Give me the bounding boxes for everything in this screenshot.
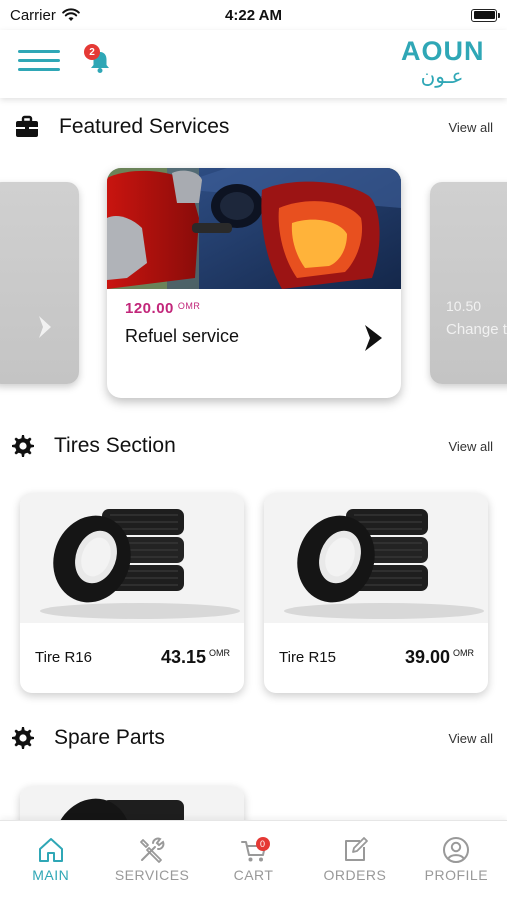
nav-label: ORDERS <box>323 867 387 883</box>
tire-image <box>264 493 488 623</box>
status-bar: Carrier 4:22 AM <box>0 0 507 30</box>
tire-name: Tire R15 <box>279 649 336 666</box>
nav-main[interactable]: MAIN <box>0 821 101 900</box>
featured-currency: OMR <box>177 301 201 311</box>
menu-icon-line <box>18 59 60 62</box>
tires-section-title: Tires Section <box>54 434 176 457</box>
gear-icon <box>12 435 34 457</box>
logo-arabic-text: عـون <box>420 64 464 88</box>
nav-label: SERVICES <box>114 867 190 883</box>
tire-price: 39.00 OMR <box>405 647 474 668</box>
carrier-label: Carrier <box>10 6 56 24</box>
chevron-right-icon[interactable] <box>363 324 383 352</box>
spare-parts-section-title: Spare Parts <box>54 726 165 749</box>
tire-name: Tire R16 <box>35 649 92 666</box>
tire-price-value: 43.15 <box>160 647 206 667</box>
featured-service-name: Refuel service <box>125 326 240 346</box>
tire-currency: OMR <box>453 648 474 658</box>
spare-parts-section-header: Spare Parts View all <box>0 721 507 755</box>
nav-label: MAIN <box>32 867 70 883</box>
featured-section-title: Featured Services <box>59 115 230 138</box>
cart-badge: 0 <box>255 837 270 851</box>
nav-label: CART <box>233 867 274 883</box>
notifications-button[interactable]: 2 <box>84 44 112 74</box>
featured-card-refuel[interactable]: 120.00 OMR Refuel service <box>107 168 401 398</box>
spare-parts-view-all-link[interactable]: View all <box>448 731 493 746</box>
wifi-icon <box>62 8 80 21</box>
briefcase-icon <box>16 115 38 137</box>
nav-label: PROFILE <box>424 867 489 883</box>
gear-icon <box>12 727 34 749</box>
edit-icon <box>344 837 368 861</box>
tire-price: 43.15 OMR <box>161 647 230 668</box>
status-left: Carrier <box>10 7 80 24</box>
nav-profile[interactable]: PROFILE <box>406 821 507 900</box>
featured-price-value: 120.00 <box>125 300 174 317</box>
app-logo: AOUN عـون <box>401 36 485 88</box>
featured-card-prev[interactable] <box>0 182 79 384</box>
bottom-nav: MAIN SERVICES 0 CART ORDERS PROFILE <box>0 820 507 900</box>
refuel-image <box>107 168 401 289</box>
tires-section-header: Tires Section View all <box>0 429 507 463</box>
tools-icon <box>140 837 165 863</box>
tire-currency: OMR <box>209 648 230 658</box>
battery-icon <box>471 8 500 22</box>
featured-view-all-link[interactable]: View all <box>448 120 493 135</box>
menu-button[interactable] <box>18 47 60 73</box>
featured-card-next[interactable]: 10.50 Change t <box>430 182 507 384</box>
next-card-price: 10.50 <box>446 298 482 314</box>
menu-icon-line <box>18 50 60 53</box>
tires-view-all-link[interactable]: View all <box>448 439 493 454</box>
featured-price: 120.00 OMR <box>125 300 200 317</box>
nav-services[interactable]: SERVICES <box>101 821 202 900</box>
home-icon <box>38 838 63 862</box>
tire-image <box>20 493 244 623</box>
notification-badge: 2 <box>84 44 100 60</box>
next-card-name: Change t <box>446 321 507 338</box>
logo-text: AOUN <box>401 36 485 66</box>
tire-price-value: 39.00 <box>404 647 450 667</box>
chevron-right-icon <box>39 316 51 338</box>
tire-card[interactable]: Tire R16 43.15 OMR <box>20 493 244 693</box>
menu-icon-line <box>18 68 60 71</box>
app-header: 2 AOUN عـون <box>0 30 507 98</box>
nav-orders[interactable]: ORDERS <box>304 821 405 900</box>
profile-icon <box>443 837 470 863</box>
tire-card[interactable]: Tire R15 39.00 OMR <box>264 493 488 693</box>
featured-section-header: Featured Services View all <box>0 110 507 144</box>
nav-cart[interactable]: 0 CART <box>203 821 304 900</box>
